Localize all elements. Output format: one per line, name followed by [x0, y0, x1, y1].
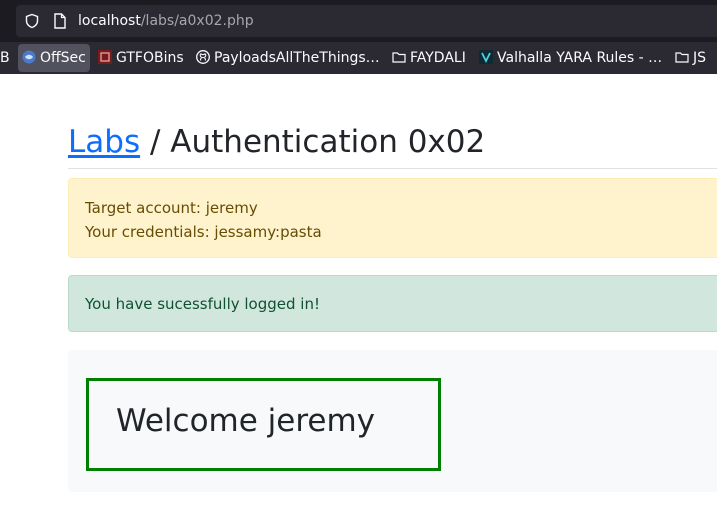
- bookmark-valhalla[interactable]: Valhalla YARA Rules - …: [479, 44, 662, 72]
- bookmark-label: Valhalla YARA Rules - …: [497, 50, 663, 66]
- browser-chrome: localhost/labs/a0x02.php B OffSec GTFOBi…: [0, 0, 717, 74]
- title-divider: [68, 168, 717, 169]
- page-title: Labs / Authentication 0x02: [68, 122, 485, 162]
- bookmark-folder-js[interactable]: JS: [675, 44, 706, 72]
- bookmark-offsec[interactable]: OffSec: [18, 44, 90, 72]
- bookmark-payloadsallthethings[interactable]: PayloadsAllTheThings…: [196, 44, 380, 72]
- credentials-text: Your credentials: jessamy:pasta: [85, 223, 322, 241]
- url-host: localhost: [78, 13, 141, 29]
- credentials-alert: Target account: jeremy Your credentials:…: [68, 178, 717, 258]
- url-path: /labs/a0x02.php: [140, 13, 254, 29]
- page-content: Labs / Authentication 0x02 Target accoun…: [0, 74, 717, 523]
- welcome-message: Welcome jeremy: [116, 403, 376, 439]
- welcome-box: Welcome jeremy: [86, 378, 441, 471]
- labs-link[interactable]: Labs: [68, 124, 140, 160]
- tracking-protection-shield-icon[interactable]: [24, 13, 40, 29]
- bookmark-label: FAYDALI: [410, 50, 466, 66]
- bookmark-label: B: [0, 50, 10, 66]
- target-account-text: Target account: jeremy: [85, 199, 258, 217]
- bookmark-gtfobins[interactable]: GTFOBins: [98, 44, 184, 72]
- offsec-favicon: [22, 50, 36, 64]
- breadcrumb-separator: /: [149, 124, 161, 160]
- bookmark-b[interactable]: B: [0, 44, 10, 72]
- url-text[interactable]: localhost/labs/a0x02.php: [78, 12, 254, 30]
- login-success-alert: You have sucessfully logged in!: [68, 275, 717, 332]
- bookmark-label: OffSec: [40, 50, 86, 66]
- bookmark-label: PayloadsAllTheThings…: [214, 50, 380, 66]
- welcome-card: Welcome jeremy: [68, 350, 717, 492]
- bookmark-folder-faydali[interactable]: FAYDALI: [392, 44, 466, 72]
- bookmark-label: GTFOBins: [116, 50, 184, 66]
- bookmarks-toolbar: B OffSec GTFOBins PayloadsAllTheThings… …: [0, 42, 717, 74]
- gtfobins-favicon: [98, 50, 112, 64]
- page-title-text: Authentication 0x02: [170, 124, 486, 160]
- login-success-text: You have sucessfully logged in!: [85, 295, 320, 313]
- page-info-icon[interactable]: [53, 13, 67, 29]
- folder-icon: [392, 52, 406, 63]
- folder-icon: [675, 52, 689, 63]
- valhalla-favicon: [479, 50, 493, 64]
- bookmark-label: JS: [693, 50, 707, 66]
- github-icon: [196, 50, 210, 64]
- navigation-toolbar: localhost/labs/a0x02.php: [0, 0, 717, 42]
